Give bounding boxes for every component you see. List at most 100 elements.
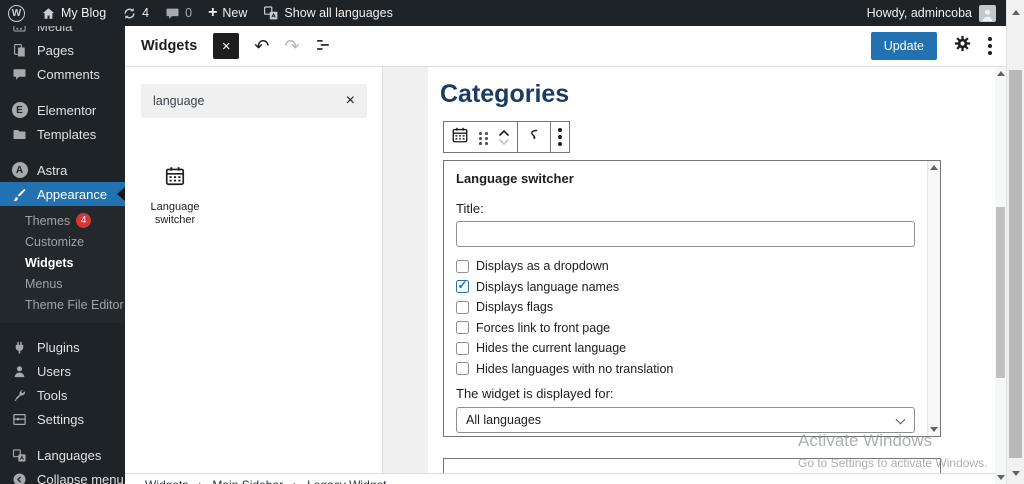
submenu-item-widgets[interactable]: Widgets bbox=[0, 252, 125, 273]
comments-menu[interactable]: 0 bbox=[157, 0, 200, 26]
pages-icon bbox=[11, 43, 28, 58]
appearance-brush-icon bbox=[11, 187, 28, 202]
editor-scrollbar[interactable] bbox=[995, 67, 1006, 484]
astra-icon: A bbox=[11, 162, 28, 178]
main-area: × Language switcher Categories bbox=[125, 67, 1006, 484]
sidebar-item-pages[interactable]: Pages bbox=[0, 38, 125, 62]
sidebar-item-languages[interactable]: Languages bbox=[0, 443, 125, 467]
sidebar-item-astra[interactable]: A Astra bbox=[0, 158, 125, 182]
list-view-button[interactable] bbox=[314, 36, 332, 57]
language-switcher-block-item[interactable]: Language switcher bbox=[133, 165, 217, 226]
checkbox-displays-flags[interactable]: ✓ bbox=[456, 300, 469, 314]
themes-update-badge: 4 bbox=[76, 213, 92, 228]
options-menu-button[interactable] bbox=[988, 37, 992, 55]
inserter-search[interactable]: × bbox=[141, 84, 367, 118]
avatar[interactable] bbox=[979, 4, 996, 22]
redo-button[interactable]: ↷ bbox=[284, 37, 299, 55]
submenu-item-menus[interactable]: Menus bbox=[0, 273, 125, 294]
title-label: Title: bbox=[456, 201, 484, 216]
close-inserter-button[interactable]: × bbox=[213, 33, 240, 59]
checkbox-hides-no-translation[interactable]: ✓ bbox=[456, 362, 469, 376]
submenu-item-customize[interactable]: Customize bbox=[0, 231, 125, 252]
sidebar-item-plugins[interactable]: Plugins bbox=[0, 335, 125, 359]
undo-button[interactable]: ↶ bbox=[254, 37, 269, 55]
new-label: New bbox=[222, 6, 248, 20]
form-scrollbar[interactable] bbox=[927, 161, 940, 436]
new-content-menu[interactable]: + New bbox=[200, 0, 255, 26]
checkbox-displays-as-dropdown[interactable]: ✓ bbox=[456, 259, 469, 273]
scroll-up-arrow[interactable] bbox=[1011, 10, 1020, 15]
scroll-up-arrow[interactable] bbox=[930, 165, 938, 170]
admin-bar: W My Blog 4 0 + New Show all languages H… bbox=[0, 0, 1006, 26]
collapse-icon bbox=[11, 472, 28, 484]
translation-icon bbox=[263, 5, 279, 21]
sidebar-item-tools[interactable]: Tools bbox=[0, 383, 125, 407]
howdy-label[interactable]: Howdy, admincoba bbox=[867, 6, 972, 20]
scrollbar-thumb[interactable] bbox=[1009, 70, 1022, 458]
close-icon: × bbox=[221, 37, 231, 55]
sidebar-item-label: Comments bbox=[37, 66, 100, 82]
next-widget-block[interactable] bbox=[443, 458, 941, 474]
displayed-for-select[interactable]: All languages bbox=[456, 407, 915, 433]
move-up-down-control[interactable] bbox=[498, 129, 510, 146]
block-inserter-panel: × Language switcher bbox=[125, 67, 383, 484]
scroll-down-arrow[interactable] bbox=[996, 475, 1005, 480]
admin-sidebar: Media Pages Comments E Elementor Templat… bbox=[0, 26, 125, 484]
scroll-down-arrow[interactable] bbox=[930, 427, 938, 432]
block-type-button[interactable] bbox=[451, 126, 469, 149]
scroll-up-arrow[interactable] bbox=[996, 71, 1005, 76]
widget-title-input[interactable] bbox=[456, 221, 915, 247]
appearance-submenu: Themes 4 Customize Widgets Menus Theme F… bbox=[0, 206, 125, 323]
displayed-for-label: The widget is displayed for: bbox=[456, 386, 614, 401]
scrollbar-thumb[interactable] bbox=[996, 207, 1005, 378]
checkbox-displays-language-names[interactable]: ✓ bbox=[456, 278, 469, 294]
settings-gear-button[interactable] bbox=[953, 34, 972, 58]
update-button[interactable]: Update bbox=[870, 32, 937, 60]
breadcrumb-widgets[interactable]: Widgets bbox=[145, 478, 188, 484]
sidebar-item-users[interactable]: Users bbox=[0, 359, 125, 383]
submenu-item-themes[interactable]: Themes 4 bbox=[0, 210, 125, 231]
languages-icon bbox=[11, 448, 28, 463]
move-to-widget-area-button[interactable] bbox=[525, 126, 543, 149]
submenu-item-theme-file-editor[interactable]: Theme File Editor bbox=[0, 294, 125, 315]
page-scrollbar[interactable] bbox=[1006, 0, 1024, 484]
checkbox-hides-current-language[interactable]: ✓ bbox=[456, 341, 469, 355]
site-name-menu[interactable]: My Blog bbox=[33, 0, 114, 26]
show-all-languages-menu[interactable]: Show all languages bbox=[255, 0, 400, 26]
sidebar-item-collapse-menu[interactable]: Collapse menu bbox=[0, 467, 125, 484]
settings-icon bbox=[11, 412, 28, 427]
chevron-up-icon bbox=[498, 129, 509, 136]
redo-icon: ↷ bbox=[284, 36, 300, 56]
sidebar-item-settings[interactable]: Settings bbox=[0, 407, 125, 431]
option-row: ✓ Displays language names bbox=[456, 278, 620, 294]
plugins-icon bbox=[11, 340, 28, 355]
search-input[interactable] bbox=[153, 94, 346, 108]
block-options-button[interactable] bbox=[557, 128, 562, 146]
show-all-languages-label: Show all languages bbox=[284, 6, 393, 20]
wp-logo-menu[interactable]: W bbox=[0, 0, 33, 26]
breadcrumb-legacy-widget[interactable]: Legacy Widget bbox=[307, 478, 386, 484]
sidebar-item-elementor[interactable]: E Elementor bbox=[0, 98, 125, 122]
sidebar-item-label: Plugins bbox=[37, 339, 80, 355]
selected-value: All languages bbox=[466, 413, 542, 427]
breadcrumb-main-sidebar[interactable]: Main Sidebar bbox=[212, 478, 283, 484]
scroll-down-arrow[interactable] bbox=[1011, 471, 1020, 476]
option-row: ✓ Hides the current language bbox=[456, 338, 915, 359]
checkbox-forces-link-front-page[interactable]: ✓ bbox=[456, 321, 469, 335]
gear-icon bbox=[954, 35, 971, 52]
plus-icon: + bbox=[208, 4, 218, 21]
sidebar-item-appearance[interactable]: Appearance bbox=[0, 182, 125, 206]
sidebar-item-templates[interactable]: Templates bbox=[0, 122, 125, 146]
legacy-widget-form: Language switcher Title: ✓ Displays as a… bbox=[443, 160, 941, 437]
clear-search-button[interactable]: × bbox=[346, 92, 355, 110]
updates-menu[interactable]: 4 bbox=[114, 0, 157, 26]
breadcrumb-separator-icon: › bbox=[293, 478, 297, 484]
wordpress-logo-icon: W bbox=[8, 4, 25, 22]
sidebar-item-label: Tools bbox=[37, 387, 68, 403]
sidebar-item-media[interactable]: Media bbox=[0, 26, 125, 38]
breadcrumb-separator-icon: › bbox=[198, 478, 202, 484]
sidebar-item-label: Media bbox=[37, 26, 73, 34]
sidebar-item-comments[interactable]: Comments bbox=[0, 62, 125, 86]
sidebar-item-label: Appearance bbox=[37, 186, 108, 202]
undo-icon: ↶ bbox=[254, 36, 270, 56]
